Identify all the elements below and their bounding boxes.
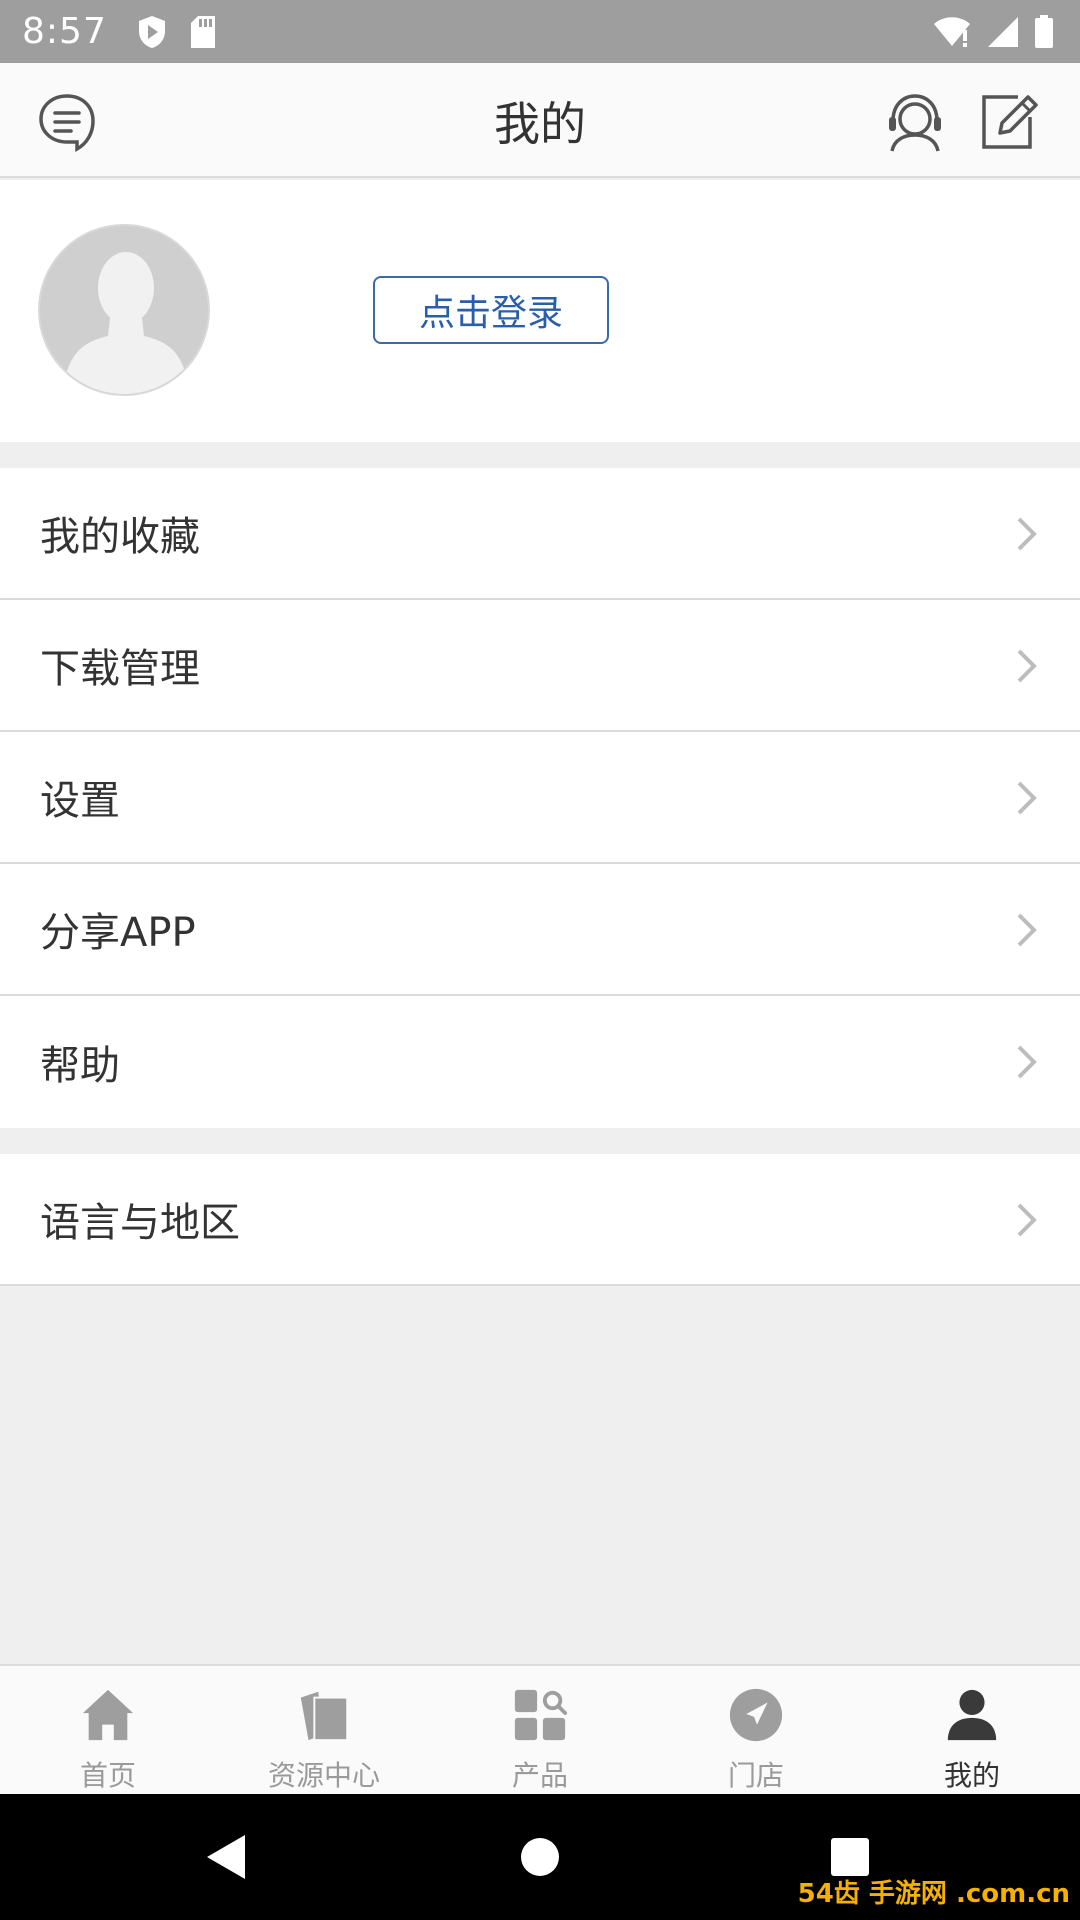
app-header: 我的 <box>0 63 1080 178</box>
chevron-right-icon <box>1017 649 1037 683</box>
login-button[interactable]: 点击登录 <box>373 276 609 344</box>
menu-item-label: 设置 <box>40 778 120 824</box>
system-nav-bar: 54齿 手游网 .com.cn <box>0 1794 1080 1920</box>
documents-icon <box>300 1691 349 1742</box>
tab-stores[interactable]: 门店 <box>648 1666 864 1794</box>
user-icon <box>947 1689 997 1741</box>
shield-play-icon <box>138 15 165 48</box>
home-icon <box>82 1689 134 1741</box>
menu-item-label: 帮助 <box>40 1043 120 1089</box>
tab-mine[interactable]: 我的 <box>864 1666 1080 1794</box>
avatar-placeholder-icon <box>62 252 190 394</box>
avatar[interactable] <box>38 224 210 396</box>
menu-item-label: 语言与地区 <box>40 1200 240 1246</box>
watermark: 54齿 手游网 .com.cn <box>797 1879 1070 1909</box>
sd-card-icon <box>190 15 215 48</box>
tab-label: 我的 <box>943 1759 1000 1792</box>
signal-icon <box>988 16 1018 47</box>
nav-back-button[interactable] <box>190 1794 260 1920</box>
tab-home[interactable]: 首页 <box>0 1666 216 1794</box>
chevron-right-icon <box>1017 913 1037 947</box>
chevron-right-icon <box>1017 781 1037 815</box>
menu-item-share-app[interactable]: 分享APP <box>0 864 1080 996</box>
menu-item-label: 我的收藏 <box>40 514 200 560</box>
wifi-alert-icon <box>934 16 970 47</box>
menu-item-settings[interactable]: 设置 <box>0 732 1080 864</box>
status-time: 8:57 <box>22 11 107 52</box>
menu-item-downloads[interactable]: 下载管理 <box>0 600 1080 732</box>
menu-item-help[interactable]: 帮助 <box>0 996 1080 1128</box>
recents-square-icon <box>831 1838 869 1876</box>
chevron-right-icon <box>1017 1045 1037 1079</box>
tab-label: 产品 <box>511 1759 568 1792</box>
grid-search-icon <box>514 1689 568 1741</box>
battery-icon <box>1035 14 1053 48</box>
bottom-tab-bar: 首页 资源中心 产品 门店 我的 <box>0 1664 1080 1794</box>
menu-item-label: 下载管理 <box>40 646 200 692</box>
customer-service-icon[interactable] <box>884 91 946 153</box>
nav-home-button[interactable] <box>505 1794 575 1920</box>
home-circle-icon <box>521 1838 559 1876</box>
tab-products[interactable]: 产品 <box>432 1666 648 1794</box>
menu-item-favorites[interactable]: 我的收藏 <box>0 468 1080 600</box>
back-triangle-icon <box>207 1835 245 1879</box>
edit-icon[interactable] <box>978 91 1040 153</box>
navigation-icon <box>729 1688 783 1742</box>
menu-group-main: 我的收藏 下载管理 设置 分享APP 帮助 <box>0 468 1080 1128</box>
tab-label: 门店 <box>727 1759 784 1792</box>
tab-label: 资源中心 <box>267 1759 380 1792</box>
message-icon[interactable] <box>36 91 98 153</box>
profile-section: 点击登录 <box>0 180 1080 442</box>
menu-item-label: 分享APP <box>40 910 196 956</box>
chevron-right-icon <box>1017 517 1037 551</box>
tab-resource-center[interactable]: 资源中心 <box>216 1666 432 1794</box>
menu-group-region: 语言与地区 <box>0 1154 1080 1286</box>
status-bar: 8:57 <box>0 0 1080 63</box>
tab-label: 首页 <box>79 1759 136 1792</box>
chevron-right-icon <box>1017 1203 1037 1237</box>
menu-item-language-region[interactable]: 语言与地区 <box>0 1154 1080 1286</box>
